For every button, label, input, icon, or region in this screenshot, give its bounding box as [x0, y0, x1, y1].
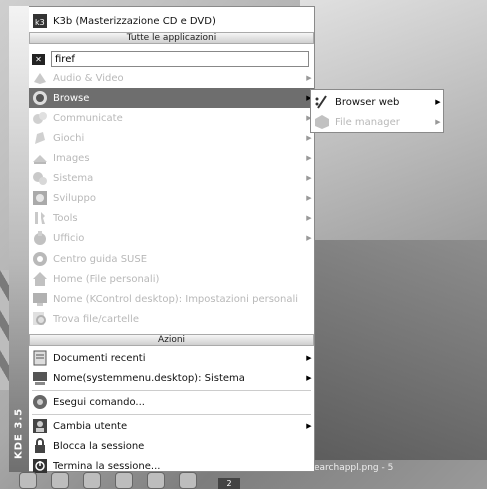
chevron-right-icon: ▶ — [306, 74, 312, 82]
chevron-right-icon: ▶ — [306, 374, 312, 382]
taskbar — [9, 472, 319, 489]
menu-item-label: Communicate — [53, 112, 123, 124]
chevron-right-icon: ▶ — [306, 234, 312, 242]
clear-icon[interactable]: ✕ — [32, 53, 45, 65]
chevron-right-icon: ▶ — [306, 154, 312, 162]
documents-icon — [32, 350, 48, 366]
menu-item-label: Home (File personali) — [53, 273, 160, 285]
menu-item-recent-documents[interactable]: Documenti recenti ▶ — [29, 348, 314, 368]
menu-item-browse[interactable]: Browse ▶ — [29, 88, 314, 108]
wallpaper-shape — [300, 240, 487, 460]
menu-item-switch-user[interactable]: Cambia utente ▶ — [29, 416, 314, 436]
submenu-item-web-browser[interactable]: Browser web ▶ — [311, 92, 443, 112]
chevron-right-icon: ▶ — [306, 134, 312, 142]
kde-brand-label: KDE 3.5 — [13, 407, 25, 459]
menu-item-label: Sviluppo — [53, 192, 96, 204]
system-icon — [32, 170, 48, 186]
menu-item-label: Images — [53, 152, 90, 164]
menu-item-label: Nome (KControl desktop): Impostazioni pe… — [53, 293, 299, 305]
communicate-icon — [32, 110, 48, 126]
menu-item-system-menu[interactable]: Nome(systemmenu.desktop): Sistema ▶ — [29, 368, 314, 388]
menu-item-communicate[interactable]: Communicate ▶ — [29, 108, 314, 128]
web-browser-icon — [314, 94, 330, 110]
games-icon — [32, 130, 48, 146]
chevron-right-icon: ▶ — [435, 98, 441, 106]
menu-item-label: Trova file/cartelle — [53, 313, 139, 325]
menu-item-label: Blocca la sessione — [53, 440, 145, 452]
menu-item-label: Documenti recenti — [53, 352, 146, 364]
menu-item-lock-session[interactable]: Blocca la sessione — [29, 436, 314, 456]
menu-item-label: Giochi — [53, 132, 85, 144]
tools-icon — [32, 210, 48, 226]
find-icon — [32, 311, 48, 327]
menu-item-images[interactable]: Images ▶ — [29, 148, 314, 168]
menu-item-office[interactable]: Ufficio ▶ — [29, 228, 314, 248]
menu-item-control-center[interactable]: Nome (KControl desktop): Impostazioni pe… — [29, 289, 314, 309]
run-icon — [32, 394, 48, 410]
menu-item-tools[interactable]: Tools ▶ — [29, 208, 314, 228]
menu-item-find-files[interactable]: Trova file/cartelle — [29, 309, 314, 329]
menu-item-label: Audio & Video — [53, 72, 124, 84]
browse-icon — [32, 90, 48, 106]
menu-item-suse-help[interactable]: Centro guida SUSE — [29, 249, 314, 269]
chevron-right-icon: ▶ — [306, 194, 312, 202]
user-icon — [32, 418, 48, 434]
menu-item-games[interactable]: Giochi ▶ — [29, 128, 314, 148]
menu-separator — [32, 414, 311, 415]
menu-separator — [32, 390, 311, 391]
menu-item-label: Centro guida SUSE — [53, 253, 148, 265]
menu-item-label: Browse — [53, 92, 90, 104]
menu-item-label: Tools — [53, 212, 78, 224]
terminal-icon[interactable] — [83, 472, 101, 489]
menu-item-label: Nome(systemmenu.desktop): Sistema — [53, 372, 245, 384]
menu-item-label: Esegui comando... — [53, 396, 145, 408]
chevron-right-icon: ▶ — [306, 354, 312, 362]
taskbar-window-label[interactable]: earchappl.png - 5 — [314, 463, 393, 473]
menu-item-label: Ufficio — [53, 232, 85, 244]
desktop-pager-number[interactable]: 2 — [218, 478, 240, 489]
help-icon[interactable] — [179, 472, 197, 489]
images-icon — [32, 150, 48, 166]
search-bar: ✕ — [29, 50, 314, 68]
k3b-icon: k3 — [32, 13, 48, 29]
search-input[interactable] — [51, 51, 309, 67]
section-header-actions: Azioni — [29, 334, 314, 346]
kde-menu-icon[interactable] — [19, 472, 37, 489]
chevron-right-icon: ▶ — [306, 214, 312, 222]
office-icon — [32, 230, 48, 246]
control-center-icon — [32, 291, 48, 307]
menu-item-label: K3b (Masterizzazione CD e DVD) — [53, 15, 216, 27]
chevron-right-icon: ▶ — [306, 174, 312, 182]
menu-item-label: File manager — [335, 116, 400, 128]
menu-item-audio-video[interactable]: Audio & Video ▶ — [29, 68, 314, 88]
menu-item-label: Browser web — [335, 96, 400, 108]
development-icon — [32, 190, 48, 206]
browse-submenu: Browser web ▶ File manager ▶ — [310, 89, 444, 133]
svg-text:k3: k3 — [35, 18, 45, 27]
file-manager-icon — [314, 114, 330, 130]
chevron-right-icon: ▶ — [306, 422, 312, 430]
multimedia-icon — [32, 70, 48, 86]
menu-item-label: Termina la sessione... — [53, 460, 161, 472]
menu-item-run-command[interactable]: Esegui comando... — [29, 392, 314, 412]
menu-item-home[interactable]: Home (File personali) — [29, 269, 314, 289]
browser-icon[interactable] — [115, 472, 133, 489]
menu-item-label: Sistema — [53, 172, 94, 184]
home-icon[interactable] — [51, 472, 69, 489]
kde-sidebar: KDE 3.5 — [9, 6, 30, 472]
home-icon — [32, 271, 48, 287]
submenu-item-file-manager[interactable]: File manager ▶ — [311, 112, 443, 132]
chevron-right-icon: ▶ — [435, 118, 441, 126]
kde-start-menu: k3 K3b (Masterizzazione CD e DVD) Tutte … — [29, 6, 315, 473]
section-header-all-apps: Tutte le applicazioni — [29, 32, 314, 44]
network-icon[interactable] — [147, 472, 165, 489]
menu-item-development[interactable]: Sviluppo ▶ — [29, 188, 314, 208]
menu-item-label: Cambia utente — [53, 420, 128, 432]
help-icon — [32, 251, 48, 267]
lock-icon — [32, 438, 48, 454]
computer-icon — [32, 370, 48, 386]
menu-item-k3b[interactable]: k3 K3b (Masterizzazione CD e DVD) — [29, 11, 314, 31]
menu-item-system[interactable]: Sistema ▶ — [29, 168, 314, 188]
